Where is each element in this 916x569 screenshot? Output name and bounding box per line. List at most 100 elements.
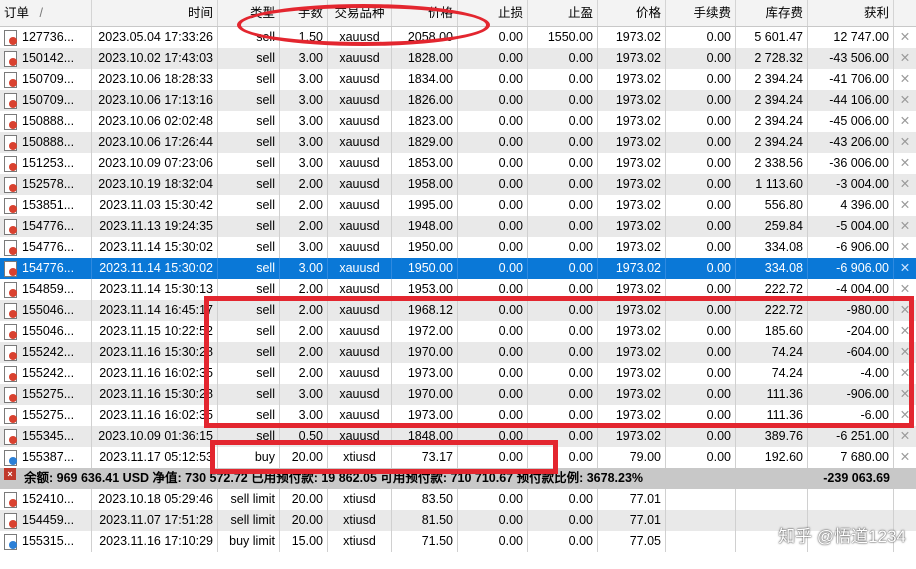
position-row[interactable]: 155046... 2023.11.14 16:45:17 sell 2.00 xauu… [0,300,916,321]
col-volume[interactable]: 手数 [280,0,328,26]
position-row[interactable]: 155046... 2023.11.15 10:22:52 sell 2.00 xauu… [0,321,916,342]
sell-order-icon [4,198,17,214]
cell-tp: 0.00 [528,258,598,279]
col-commission[interactable]: 手续费 [666,0,736,26]
close-position-icon[interactable]: ✕ [894,384,916,405]
position-row[interactable]: 150142... 2023.10.02 17:43:03 sell 3.00 xauu… [0,48,916,69]
cell-sl: 0.00 [458,321,528,342]
col-profit[interactable]: 获利 [808,0,894,26]
position-row[interactable]: 150888... 2023.10.06 17:26:44 sell 3.00 xauu… [0,132,916,153]
col-tp[interactable]: 止盈 [528,0,598,26]
total-profit: -239 063.69 [823,471,890,485]
cell-current: 1973.02 [598,384,666,405]
cell-swap: 334.08 [736,258,808,279]
table-header: 订单 / 时间 类型 手数 交易品种 价格 止损 止盈 价格 手续费 库存费 获… [0,0,916,27]
cell-symbol: xauusd [328,405,392,426]
cell-price: 1995.00 [392,195,458,216]
close-position-icon[interactable]: ✕ [894,132,916,153]
cell-sl: 0.00 [458,111,528,132]
close-position-icon[interactable]: ✕ [894,342,916,363]
position-row[interactable]: 151253... 2023.10.09 07:23:06 sell 3.00 xauu… [0,153,916,174]
close-position-icon[interactable]: ✕ [894,300,916,321]
close-position-icon[interactable]: ✕ [894,90,916,111]
col-swap[interactable]: 库存费 [736,0,808,26]
col-type[interactable]: 类型 [218,0,280,26]
sell-order-icon [4,261,17,277]
close-position-icon[interactable]: ✕ [894,216,916,237]
cell-tp: 0.00 [528,195,598,216]
cell-volume: 20.00 [280,447,328,468]
close-position-icon[interactable]: ✕ [894,237,916,258]
cell-time: 2023.10.18 05:29:46 [92,489,218,510]
position-row[interactable]: 150888... 2023.10.06 02:02:48 sell 3.00 xauu… [0,111,916,132]
close-position-icon[interactable]: ✕ [894,111,916,132]
cell-tp: 0.00 [528,153,598,174]
cell-commission: 0.00 [666,132,736,153]
cell-profit: -36 006.00 [808,153,894,174]
cell-profit: -906.00 [808,384,894,405]
cell-swap [736,489,808,510]
cell-profit: -4.00 [808,363,894,384]
col-time[interactable]: 时间 [92,0,218,26]
close-position-icon[interactable]: ✕ [894,426,916,447]
cell-price: 1972.00 [392,321,458,342]
position-row[interactable]: 155242... 2023.11.16 16:02:35 sell 2.00 xauu… [0,363,916,384]
close-position-icon[interactable]: ✕ [894,321,916,342]
cell-price: 1970.00 [392,384,458,405]
position-row[interactable]: 155275... 2023.11.16 16:02:35 sell 3.00 xauu… [0,405,916,426]
order-id: 154776... [22,240,75,254]
cell-profit: -4 004.00 [808,279,894,300]
position-row[interactable]: 155387... 2023.11.17 05:12:53 buy 20.00 xtiu… [0,447,916,468]
cell-order: 155275... [0,405,92,426]
cell-swap: 2 728.32 [736,48,808,69]
cell-order: 153851... [0,195,92,216]
position-row[interactable]: 154859... 2023.11.14 15:30:13 sell 2.00 xauu… [0,279,916,300]
position-row[interactable]: 154776... 2023.11.14 15:30:02 sell 3.00 xauu… [0,258,916,279]
position-row[interactable]: 153851... 2023.11.03 15:30:42 sell 2.00 xauu… [0,195,916,216]
close-position-icon[interactable]: ✕ [894,48,916,69]
col-sl[interactable]: 止损 [458,0,528,26]
close-position-icon[interactable]: ✕ [894,363,916,384]
close-position-icon[interactable]: ✕ [894,279,916,300]
cell-volume: 3.00 [280,69,328,90]
position-row[interactable]: 127736... 2023.05.04 17:33:26 sell 1.50 xauu… [0,27,916,48]
position-row[interactable]: 152578... 2023.10.19 18:32:04 sell 2.00 xauu… [0,174,916,195]
cell-volume: 2.00 [280,363,328,384]
position-row[interactable]: 155242... 2023.11.16 15:30:28 sell 2.00 xauu… [0,342,916,363]
close-position-icon[interactable]: ✕ [894,405,916,426]
position-row[interactable]: 150709... 2023.10.06 17:13:16 sell 3.00 xauu… [0,90,916,111]
cell-swap: 185.60 [736,321,808,342]
close-position-icon[interactable]: ✕ [894,174,916,195]
cell-sl: 0.00 [458,279,528,300]
cell-profit: -41 706.00 [808,69,894,90]
cell-current: 1973.02 [598,426,666,447]
cell-sl: 0.00 [458,342,528,363]
close-position-icon[interactable]: ✕ [894,153,916,174]
position-row[interactable]: 155345... 2023.10.09 01:36:15 sell 0.50 xauu… [0,426,916,447]
cell-tp: 0.00 [528,48,598,69]
position-row[interactable]: 155275... 2023.11.16 15:30:28 sell 3.00 xauu… [0,384,916,405]
order-row[interactable]: 152410... 2023.10.18 05:29:46 sell limit 20… [0,489,916,510]
close-position-icon[interactable]: ✕ [894,447,916,468]
col-order[interactable]: 订单 / [0,0,92,26]
cell-sl: 0.00 [458,384,528,405]
col-price[interactable]: 价格 [392,0,458,26]
cell-volume: 3.00 [280,237,328,258]
position-row[interactable]: 154776... 2023.11.14 15:30:02 sell 3.00 xauu… [0,237,916,258]
position-row[interactable]: 154776... 2023.11.13 19:24:35 sell 2.00 xauu… [0,216,916,237]
cell-commission: 0.00 [666,363,736,384]
cell-symbol: xauusd [328,363,392,384]
cell-type: sell [218,195,280,216]
close-position-icon[interactable]: ✕ [894,195,916,216]
close-position-icon[interactable]: ✕ [894,258,916,279]
close-position-icon[interactable]: ✕ [894,27,916,48]
order-id: 155046... [22,303,75,317]
cell-profit: -45 006.00 [808,111,894,132]
col-current-price[interactable]: 价格 [598,0,666,26]
col-symbol[interactable]: 交易品种 [328,0,392,26]
position-row[interactable]: 150709... 2023.10.06 18:28:33 sell 3.00 xauu… [0,69,916,90]
cell-tp: 0.00 [528,447,598,468]
cell-volume: 3.00 [280,111,328,132]
cell-symbol: xauusd [328,132,392,153]
close-position-icon[interactable]: ✕ [894,69,916,90]
